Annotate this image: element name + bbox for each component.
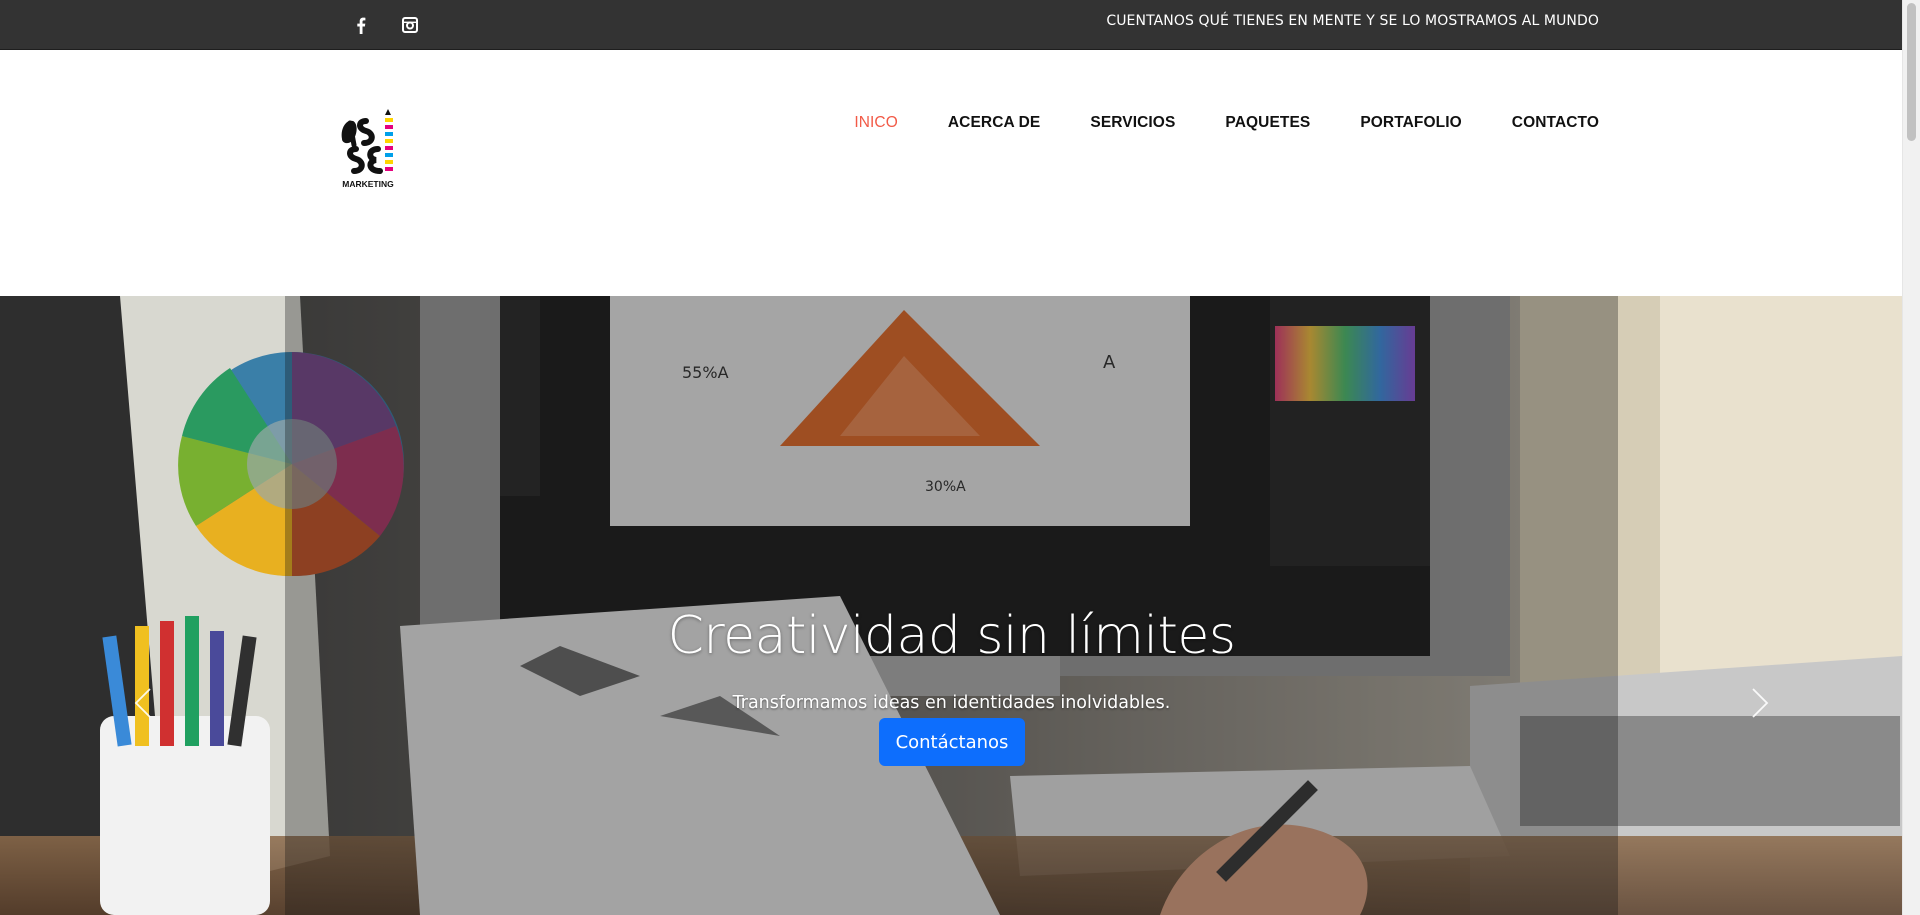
contact-button[interactable]: Contáctanos [879, 718, 1025, 766]
site-header: MARKETING INICO ACERCA DE SERVICIOS PAQU… [0, 50, 1902, 296]
carousel-next-button[interactable] [1740, 683, 1780, 723]
nav-item-portafolio[interactable]: PORTAFOLIO [1360, 114, 1461, 132]
nav-item-inicio[interactable]: INICO [854, 114, 898, 132]
page-scrollbar[interactable] [1902, 0, 1920, 915]
instagram-icon[interactable] [399, 14, 421, 36]
hero-subtitle: Transformamos ideas en identidades inolv… [732, 693, 1171, 713]
chevron-left-icon [134, 688, 151, 718]
hero-caption: Creatividad sin límites Transformamos id… [285, 296, 1618, 915]
chevron-right-icon [1752, 688, 1769, 718]
nav-item-paquetes[interactable]: PAQUETES [1225, 114, 1310, 132]
top-bar: CUENTANOS QUÉ TIENES EN MENTE Y SE LO MO… [0, 0, 1902, 50]
logo-wordmark: MARKETING [342, 179, 394, 189]
hero-carousel: 55%A 30%A A Creatividad sin límites Tran… [0, 296, 1902, 915]
scrollbar-thumb[interactable] [1907, 3, 1916, 141]
main-nav: INICO ACERCA DE SERVICIOS PAQUETES PORTA… [804, 114, 1599, 132]
tagline: CUENTANOS QUÉ TIENES EN MENTE Y SE LO MO… [1106, 13, 1599, 29]
nav-item-acerca-de[interactable]: ACERCA DE [948, 114, 1040, 132]
nav-item-servicios[interactable]: SERVICIOS [1090, 114, 1175, 132]
carousel-prev-button[interactable] [123, 683, 163, 723]
nav-item-contacto[interactable]: CONTACTO [1512, 114, 1599, 132]
brand-logo[interactable]: MARKETING [336, 105, 400, 195]
facebook-icon[interactable] [350, 14, 372, 36]
hero-title: Creatividad sin límites [667, 606, 1236, 666]
